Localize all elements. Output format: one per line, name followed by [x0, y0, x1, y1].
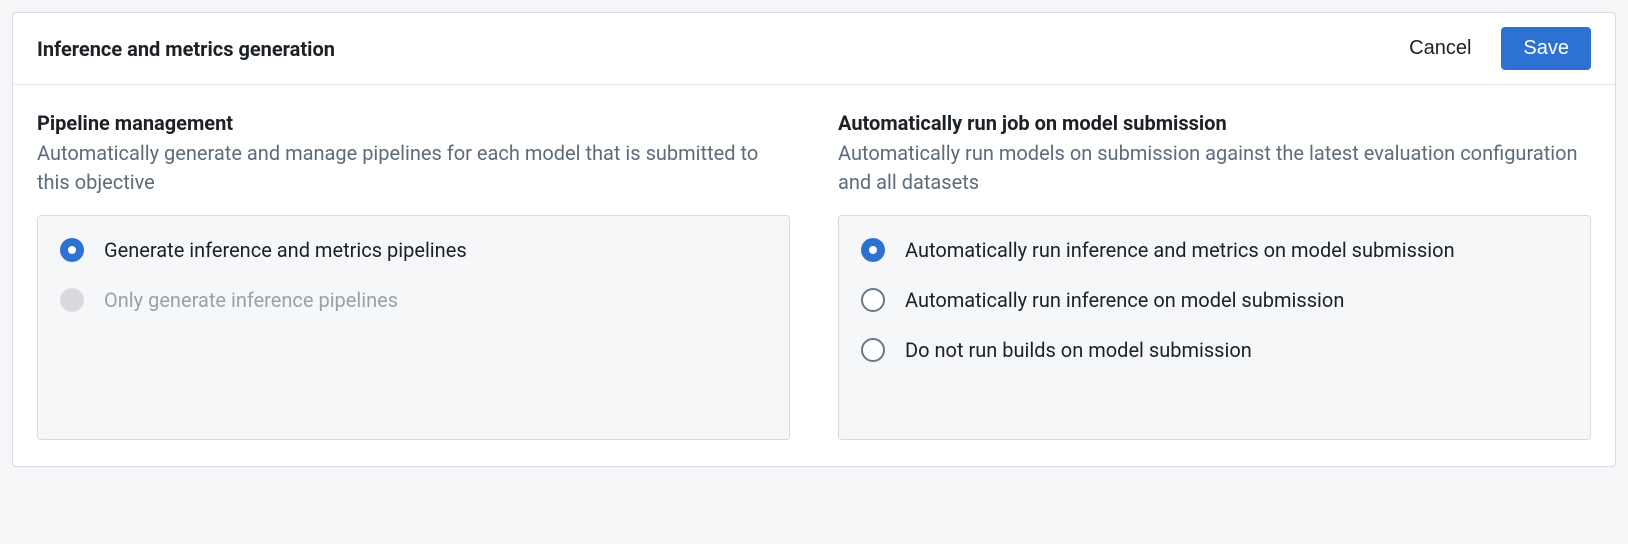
radio-label: Only generate inference pipelines	[104, 286, 398, 314]
panel-title: Inference and metrics generation	[37, 37, 335, 61]
radio-disabled-icon	[60, 288, 84, 312]
panel-header: Inference and metrics generation Cancel …	[13, 13, 1615, 85]
radio-unselected-icon	[861, 288, 885, 312]
radio-label: Generate inference and metrics pipelines	[104, 236, 467, 264]
section-title: Pipeline management	[37, 111, 790, 135]
section-description: Automatically run models on submission a…	[838, 139, 1591, 197]
autorun-section: Automatically run job on model submissio…	[838, 111, 1591, 440]
panel-body: Pipeline management Automatically genera…	[13, 85, 1615, 466]
pipeline-radio-group: Generate inference and metrics pipelines…	[37, 215, 790, 440]
section-title: Automatically run job on model submissio…	[838, 111, 1591, 135]
radio-option-only-inference: Only generate inference pipelines	[60, 286, 767, 314]
radio-option-auto-inference[interactable]: Automatically run inference on model sub…	[861, 286, 1568, 314]
radio-label: Automatically run inference on model sub…	[905, 286, 1344, 314]
radio-label: Automatically run inference and metrics …	[905, 236, 1455, 264]
cancel-button[interactable]: Cancel	[1405, 31, 1475, 66]
save-button[interactable]: Save	[1501, 27, 1591, 70]
radio-option-do-not-run[interactable]: Do not run builds on model submission	[861, 336, 1568, 364]
section-description: Automatically generate and manage pipeli…	[37, 139, 790, 197]
radio-selected-icon	[60, 238, 84, 262]
radio-option-generate-inference-metrics[interactable]: Generate inference and metrics pipelines	[60, 236, 767, 264]
radio-selected-icon	[861, 238, 885, 262]
header-actions: Cancel Save	[1405, 27, 1591, 70]
radio-unselected-icon	[861, 338, 885, 362]
pipeline-management-section: Pipeline management Automatically genera…	[37, 111, 790, 440]
radio-label: Do not run builds on model submission	[905, 336, 1252, 364]
autorun-radio-group: Automatically run inference and metrics …	[838, 215, 1591, 440]
settings-panel: Inference and metrics generation Cancel …	[12, 12, 1616, 467]
radio-option-auto-inference-metrics[interactable]: Automatically run inference and metrics …	[861, 236, 1568, 264]
